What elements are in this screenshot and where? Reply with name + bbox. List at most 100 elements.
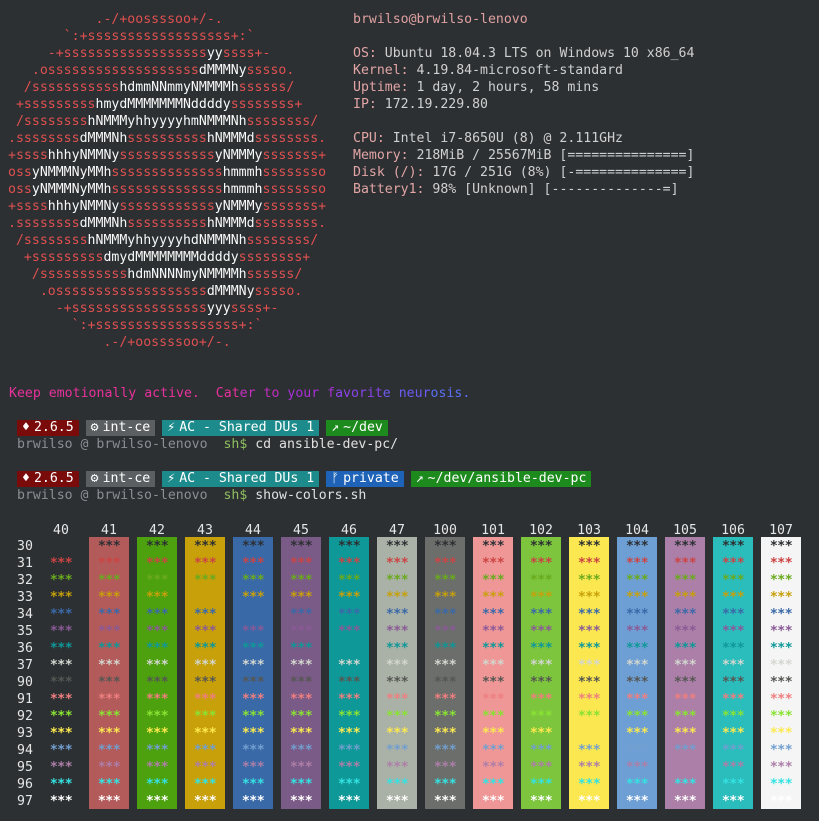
info-value: Intel i7-8650U (8) @ 2.111GHz [384,131,623,146]
color-cell: *** [673,573,697,588]
color-cell: *** [529,556,553,571]
fg-code-header: 34 [17,607,33,622]
logo-line: -+ssssssssssssssssssyyssss+- [47,46,271,61]
color-cell: *** [337,675,361,690]
color-cell: *** [673,794,697,809]
color-cell: *** [769,675,793,690]
color-cell: *** [625,641,649,656]
logo-line: /ssssssssssshdmNNNNmyNMMMMhssssss/ [31,267,303,282]
logo-line: -+sssssssssssssssssyyyssss+- [55,301,279,316]
color-cell: *** [529,692,553,707]
color-cell: *** [49,556,73,571]
color-cell: *** [241,675,265,690]
color-cell: *** [577,794,601,809]
logo-line: +sssssssssdmydMMMMMMMMddddyssssssss+ [23,250,311,265]
logo-line: +sssshhhyNMMNyssssssssssssyNMMMysssssss+ [8,148,327,163]
color-cell: *** [625,539,649,554]
info-row: Kernel: 4.19.84-microsoft-standard [353,62,623,79]
color-cell: *** [385,692,409,707]
color-cell: *** [49,624,73,639]
color-cell: *** [673,760,697,775]
segment-label: int-ce [102,471,151,486]
color-cell: *** [145,607,169,622]
color-cell: *** [289,539,313,554]
info-row: Memory: 218MiB / 25567MiB [=============… [353,147,694,164]
color-cell: *** [385,675,409,690]
color-cell: *** [97,658,121,673]
info-row: Uptime: 1 day, 2 hours, 58 mins [353,79,599,96]
color-cell: *** [241,709,265,724]
fg-code-header: 90 [17,675,33,690]
color-cell: *** [721,760,745,775]
color-cell: *** [721,539,745,554]
fg-code-header: 96 [17,777,33,792]
info-row: CPU: Intel i7-8650U (8) @ 2.111GHz [353,130,623,147]
color-cell: *** [145,743,169,758]
info-value: 218MiB / 25567MiB [===============] [408,148,695,163]
color-cell: *** [193,760,217,775]
color-cell: *** [241,743,265,758]
fg-code-header: 95 [17,760,33,775]
logo-line: .-/+oossssoo+/-. [103,335,231,350]
color-cell: *** [577,777,601,792]
color-cell: *** [145,794,169,809]
color-cell: *** [289,624,313,639]
color-cell: *** [385,539,409,554]
color-cell: *** [673,692,697,707]
color-cell: *** [289,590,313,605]
color-cell: *** [769,641,793,656]
command-line[interactable]: brwilso @ brwilso-lenovo sh$ show-colors… [17,487,366,504]
color-cell: *** [193,794,217,809]
color-cell: *** [673,675,697,690]
color-cell: *** [193,590,217,605]
color-cell: *** [769,794,793,809]
command-line[interactable]: brwilso @ brwilso-lenovo sh$ cd ansible-… [17,436,398,453]
color-cell: *** [97,726,121,741]
color-cell: *** [577,658,601,673]
color-cell: *** [241,607,265,622]
fg-code-header: 94 [17,743,33,758]
info-header: brwilso@brwilso-lenovo [353,12,528,27]
color-cell: *** [529,607,553,622]
logo-line: .ssssssssdMMMNhsssssssssshNMMMdssssssss. [8,216,327,231]
color-cell: *** [769,624,793,639]
prompt-segment: ↗ ~/dev/ansible-dev-pc [410,471,592,487]
color-cell: *** [49,692,73,707]
color-cell: *** [481,692,505,707]
color-cell: *** [625,624,649,639]
color-cell: *** [337,590,361,605]
color-cell: *** [193,743,217,758]
color-cell: *** [241,794,265,809]
logo-line: .osssssssssssssssssssdMMMNysssso. [39,284,303,299]
color-cell: *** [337,794,361,809]
color-cell: *** [241,590,265,605]
color-cell: *** [769,743,793,758]
color-cell: *** [481,641,505,656]
color-cell: *** [721,743,745,758]
color-cell: *** [481,658,505,673]
color-cell: *** [433,726,457,741]
color-cell: *** [145,641,169,656]
color-cell: *** [769,709,793,724]
color-cell: *** [337,760,361,775]
color-cell: *** [97,641,121,656]
info-key: Uptime: [353,80,409,95]
color-cell: *** [433,641,457,656]
color-cell: *** [193,726,217,741]
fg-code-header: 36 [17,641,33,656]
color-cell: *** [673,641,697,656]
color-cell: *** [625,556,649,571]
info-row: IP: 172.19.229.80 [353,96,488,113]
color-cell: *** [481,743,505,758]
color-cell: *** [481,726,505,741]
color-cell: *** [97,760,121,775]
color-cell: *** [97,675,121,690]
logo-line: /sssssssshNMMMyhhyyyyhmNMMMNhssssssss/ [15,114,319,129]
color-cell: *** [241,760,265,775]
color-cell: *** [193,556,217,571]
color-cell: *** [433,624,457,639]
fg-code-header: 32 [17,573,33,588]
color-cell: *** [481,607,505,622]
color-cell: *** [289,658,313,673]
color-cell: *** [49,777,73,792]
